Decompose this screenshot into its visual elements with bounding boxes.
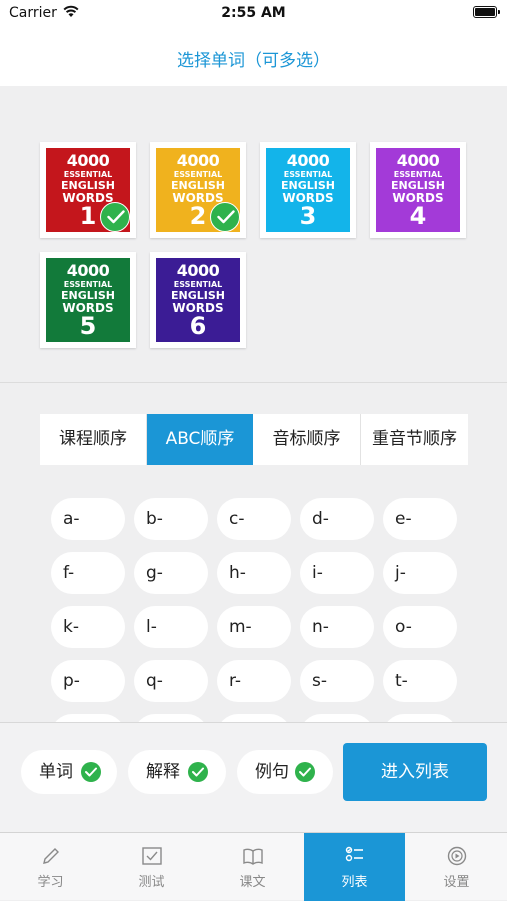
battery-icon	[473, 6, 500, 18]
letter-button-partial[interactable]	[300, 714, 374, 722]
letter-button-partial[interactable]	[383, 714, 457, 722]
letter-button-l[interactable]: l-	[134, 606, 208, 648]
tab-text-label: 课文	[239, 875, 266, 890]
cover-line: ESSENTIAL	[63, 280, 113, 289]
book-cover-3: 4000 ESSENTIAL ENGLISH WORDS 3	[266, 148, 350, 232]
filter-word-toggle[interactable]: 单词	[21, 750, 117, 794]
book-card-5[interactable]: 4000 ESSENTIAL ENGLISH WORDS 5	[40, 252, 136, 348]
cover-line: 5	[79, 312, 97, 340]
letter-button-s[interactable]: s-	[300, 660, 374, 702]
letter-button-q[interactable]: q-	[134, 660, 208, 702]
letter-button-k[interactable]: k-	[51, 606, 125, 648]
page-title: 选择单词（可多选）	[177, 51, 330, 71]
cover-line: ENGLISH	[171, 289, 225, 302]
cover-line: ENGLISH	[391, 179, 445, 192]
tab-list-label: 列表	[341, 875, 368, 890]
navigation-bar: 选择单词（可多选）	[0, 26, 507, 86]
letter-button-g[interactable]: g-	[134, 552, 208, 594]
letter-button-h[interactable]: h-	[217, 552, 291, 594]
letter-button-d[interactable]: d-	[300, 498, 374, 540]
tab-text[interactable]: 课文	[202, 833, 303, 901]
cover-line: 4000	[66, 151, 110, 170]
letter-button-e[interactable]: e-	[383, 498, 457, 540]
letter-button-f[interactable]: f-	[51, 552, 125, 594]
filter-explanation-toggle[interactable]: 解释	[128, 750, 226, 794]
cover-line: 4000	[396, 151, 440, 170]
book-cover-6: 4000 ESSENTIAL ENGLISH WORDS 6	[156, 258, 240, 342]
check-circle-icon	[188, 762, 208, 782]
letter-button-partial[interactable]	[134, 714, 208, 722]
book-selection-area: 4000 ESSENTIAL ENGLISH WORDS 1 4000 ESSE…	[0, 86, 507, 383]
cover-line: ENGLISH	[61, 289, 115, 302]
letter-button-partial[interactable]	[217, 714, 291, 722]
cover-line: ESSENTIAL	[173, 170, 223, 179]
letter-grid: a- b- c- d- e- f- g- h- i- j- k- l- m- n…	[0, 466, 507, 722]
cover-line: ESSENTIAL	[393, 170, 443, 179]
tab-test[interactable]: 测试	[101, 833, 202, 901]
test-check-icon	[142, 847, 162, 865]
tab-abc-order[interactable]: ABC顺序	[147, 414, 253, 465]
status-bar: Carrier 2:55 AM	[0, 0, 507, 26]
settings-play-icon	[447, 846, 467, 866]
filter-example-toggle[interactable]: 例句	[237, 750, 333, 794]
cover-line: ENGLISH	[61, 179, 115, 192]
letter-button-o[interactable]: o-	[383, 606, 457, 648]
letter-button-r[interactable]: r-	[217, 660, 291, 702]
letter-button-i[interactable]: i-	[300, 552, 374, 594]
list-icon	[345, 846, 363, 862]
selected-check-icon	[210, 202, 240, 232]
letter-button-n[interactable]: n-	[300, 606, 374, 648]
status-time: 2:55 AM	[221, 5, 286, 21]
cover-line: 4000	[176, 151, 220, 170]
tab-study-label: 学习	[37, 875, 64, 890]
filter-word-label: 单词	[39, 762, 73, 782]
tab-course-order[interactable]: 课程顺序	[40, 414, 146, 465]
selected-check-icon	[100, 202, 130, 232]
book-card-6[interactable]: 4000 ESSENTIAL ENGLISH WORDS 6	[150, 252, 246, 348]
book-card-1[interactable]: 4000 ESSENTIAL ENGLISH WORDS 1	[40, 142, 136, 238]
letter-button-partial[interactable]	[51, 714, 125, 722]
cover-line: 4000	[176, 261, 220, 280]
filter-bar: 单词 解释 例句 进入列表	[0, 722, 507, 833]
tab-bar: 学习 测试 课文 列表 设置	[0, 832, 507, 901]
filter-example-label: 例句	[255, 762, 289, 782]
tab-list[interactable]: 列表	[304, 833, 405, 901]
book-card-2[interactable]: 4000 ESSENTIAL ENGLISH WORDS 2	[150, 142, 246, 238]
cover-line: ESSENTIAL	[283, 170, 333, 179]
tab-study[interactable]: 学习	[0, 833, 101, 901]
filter-explanation-label: 解释	[146, 762, 180, 782]
letter-button-c[interactable]: c-	[217, 498, 291, 540]
order-segmented-control: 课程顺序 ABC顺序 音标顺序 重音节顺序	[40, 414, 468, 465]
cover-line: ESSENTIAL	[63, 170, 113, 179]
pencil-icon	[43, 848, 59, 864]
tab-test-label: 测试	[138, 875, 165, 890]
cover-line: 4000	[286, 151, 330, 170]
book-cover-5: 4000 ESSENTIAL ENGLISH WORDS 5	[46, 258, 130, 342]
tab-phonetic-order[interactable]: 音标顺序	[253, 414, 360, 465]
book-icon	[243, 848, 263, 865]
cover-line: ENGLISH	[171, 179, 225, 192]
enter-list-button[interactable]: 进入列表	[343, 743, 487, 801]
letter-button-t[interactable]: t-	[383, 660, 457, 702]
cover-line: ESSENTIAL	[173, 280, 223, 289]
cover-line: ENGLISH	[281, 179, 335, 192]
cover-line: 4	[409, 202, 427, 230]
tab-stress-order[interactable]: 重音节顺序	[361, 414, 468, 465]
letter-button-p[interactable]: p-	[51, 660, 125, 702]
letter-button-b[interactable]: b-	[134, 498, 208, 540]
check-circle-icon	[295, 762, 315, 782]
book-card-4[interactable]: 4000 ESSENTIAL ENGLISH WORDS 4	[370, 142, 466, 238]
tab-settings-label: 设置	[443, 875, 470, 890]
letter-button-m[interactable]: m-	[217, 606, 291, 648]
book-cover-4: 4000 ESSENTIAL ENGLISH WORDS 4	[376, 148, 460, 232]
cover-line: 6	[189, 312, 207, 340]
cover-line: 4000	[66, 261, 110, 280]
letter-button-j[interactable]: j-	[383, 552, 457, 594]
book-card-3[interactable]: 4000 ESSENTIAL ENGLISH WORDS 3	[260, 142, 356, 238]
letter-button-a[interactable]: a-	[51, 498, 125, 540]
cover-line: 3	[299, 202, 317, 230]
tab-settings[interactable]: 设置	[406, 833, 507, 901]
check-circle-icon	[81, 762, 101, 782]
